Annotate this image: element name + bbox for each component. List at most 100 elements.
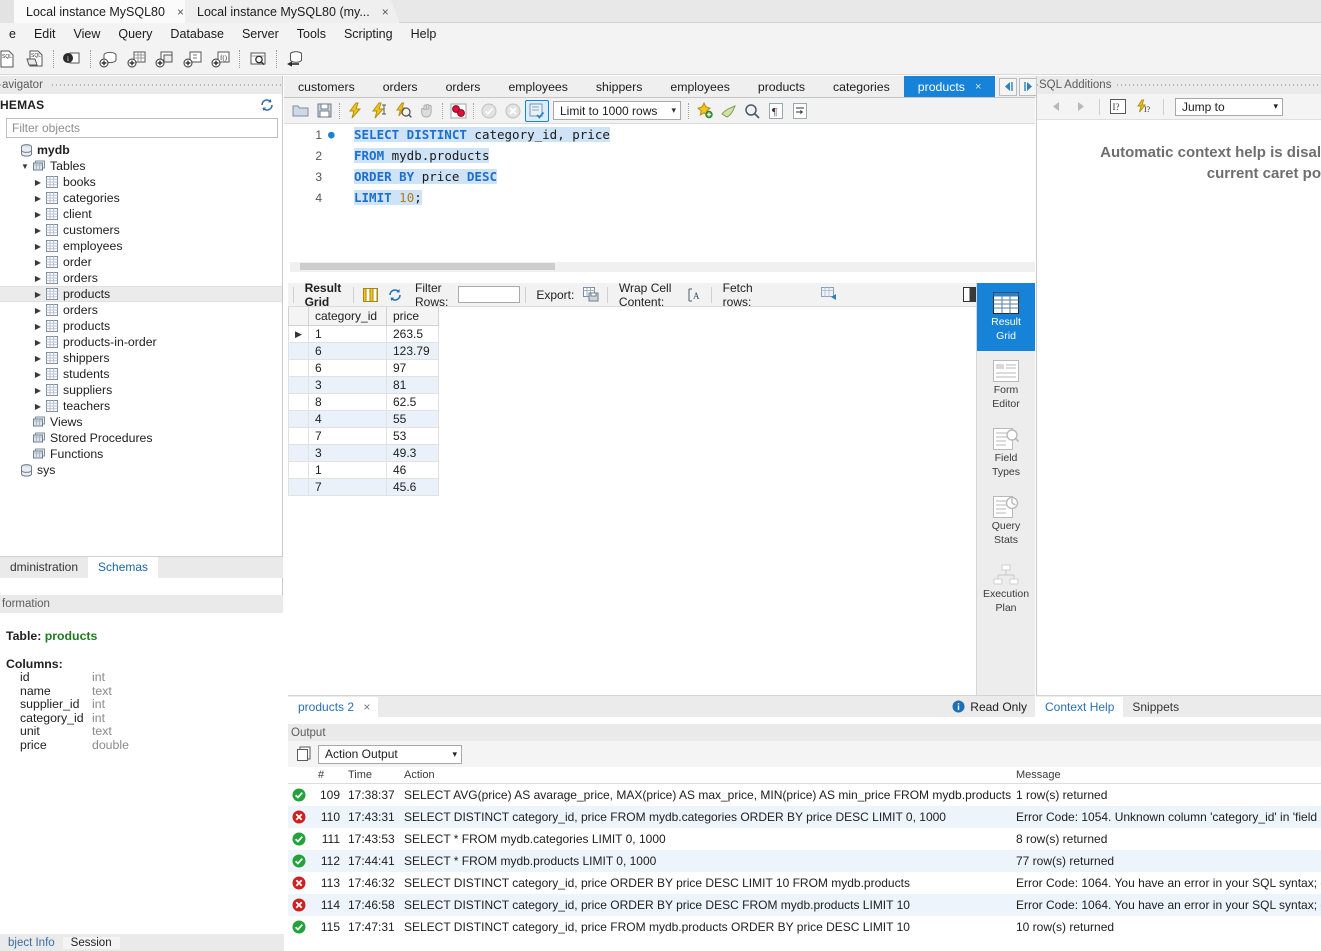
expand-arrow-icon[interactable]: ▶ (32, 210, 44, 219)
expand-arrow-icon[interactable]: ▶ (32, 386, 44, 395)
tree-item-functions[interactable]: Functions (0, 446, 282, 462)
context-help-icon[interactable]: I? (1107, 98, 1130, 115)
schema-tree[interactable]: mydb ▼ Tables ▶ books ▶ categories ▶ client ▶ cust… (0, 142, 282, 478)
execute-current-statement-icon[interactable] (367, 100, 391, 122)
menu-item-scripting[interactable]: Scripting (335, 25, 402, 43)
cell-price[interactable]: 97 (386, 359, 439, 377)
editor-tab-close-icon[interactable]: × (975, 81, 981, 93)
fetch-rows-icon[interactable] (817, 287, 843, 302)
output-type-select[interactable]: Action Output ▾ (318, 744, 462, 764)
toggle-side-panel-icon[interactable] (962, 287, 976, 302)
cell-category-id[interactable]: 3 (308, 444, 387, 462)
find-icon[interactable] (716, 100, 740, 122)
editor-tab-7[interactable]: categories (819, 76, 904, 97)
cell-category-id[interactable]: 7 (308, 427, 387, 445)
tree-item-products[interactable]: ▶ products (0, 318, 282, 334)
editor-tab-8[interactable]: products × (903, 76, 996, 97)
editor-tab-0[interactable]: customers (284, 76, 369, 97)
tab-snippets[interactable]: Snippets (1123, 697, 1188, 717)
nav-back-arrow-icon[interactable] (999, 77, 1018, 96)
table-row[interactable]: 4 55 (288, 410, 439, 428)
expand-arrow-icon[interactable]: ▶ (32, 274, 44, 283)
reconnect-server-icon[interactable] (282, 46, 308, 72)
new-view-icon[interactable] (152, 46, 178, 72)
export-recordset-icon[interactable] (580, 287, 602, 302)
menu-item-database[interactable]: Database (161, 25, 233, 43)
beautify-icon[interactable] (692, 100, 716, 122)
cell-price[interactable]: 45.6 (386, 478, 439, 496)
rail-item-execution-plan[interactable]: Execution Plan (977, 555, 1035, 623)
table-row[interactable]: 7 45.6 (288, 478, 439, 496)
tree-item-categories[interactable]: ▶ categories (0, 190, 282, 206)
output-row[interactable]: 110 17:43:31 SELECT DISTINCT category_id, … (288, 805, 1321, 828)
window-tab-0[interactable]: Local instance MySQL80 × (14, 0, 195, 23)
expand-arrow-icon[interactable]: ▶ (32, 226, 44, 235)
menu-item-tools[interactable]: Tools (288, 25, 335, 43)
nav-forward-arrow-icon[interactable] (1019, 77, 1038, 96)
expand-arrow-icon[interactable]: ▶ (32, 306, 44, 315)
output-row[interactable]: 111 17:43:53 SELECT * FROM mydb.categories… (288, 828, 1321, 850)
cell-price[interactable]: 53 (386, 427, 439, 445)
tree-item-products-in-order[interactable]: ▶ products-in-order (0, 334, 282, 350)
editor-tab-2[interactable]: orders (431, 76, 495, 97)
expand-arrow-icon[interactable]: ▼ (19, 162, 31, 171)
cell-price[interactable]: 62.5 (386, 393, 439, 411)
execute-icon[interactable] (343, 100, 367, 122)
cell-category-id[interactable]: 7 (308, 478, 387, 496)
table-row[interactable]: 8 62.5 (288, 393, 439, 411)
expand-arrow-icon[interactable]: ▶ (32, 178, 44, 187)
editor-tab-3[interactable]: employees (494, 76, 582, 97)
tree-item-stored-procedures[interactable]: Stored Procedures (0, 430, 282, 446)
cell-price[interactable]: 123.79 (386, 342, 439, 360)
table-row[interactable]: 6 97 (288, 359, 439, 377)
search-table-data-icon[interactable] (245, 46, 271, 72)
cell-price[interactable]: 49.3 (386, 444, 439, 462)
wrap-lines-icon[interactable] (788, 100, 812, 122)
cell-price[interactable]: 46 (386, 461, 439, 479)
search-icon[interactable] (740, 100, 764, 122)
rail-item-result-grid[interactable]: Result Grid (977, 283, 1035, 351)
table-row[interactable]: 1 46 (288, 461, 439, 479)
tree-item-orders[interactable]: ▶ orders (0, 302, 282, 318)
expand-arrow-icon[interactable]: ▶ (32, 258, 44, 267)
tab-context-help[interactable]: Context Help (1036, 696, 1124, 717)
new-table-icon[interactable] (124, 46, 150, 72)
cell-category-id[interactable]: 3 (308, 376, 387, 394)
editor-horizontal-scrollbar[interactable] (290, 262, 1035, 272)
toggle-stop-on-error-icon[interactable] (446, 100, 470, 122)
back-arrow-icon[interactable] (1045, 101, 1067, 112)
tree-item-sys[interactable]: sys (0, 462, 282, 478)
explain-icon[interactable] (391, 100, 415, 122)
tree-item-products[interactable]: ▶ products (0, 286, 282, 302)
sql-code-editor[interactable]: 1 ● SELECT DISTINCT category_id, price 2 FRO… (284, 124, 1035, 264)
connection-info-icon[interactable]: i (59, 46, 85, 72)
tree-item-customers[interactable]: ▶ customers (0, 222, 282, 238)
menu-item-file[interactable]: e (0, 25, 25, 43)
expand-arrow-icon[interactable]: ▶ (32, 338, 44, 347)
forward-arrow-icon[interactable] (1070, 101, 1092, 112)
cell-category-id[interactable]: 1 (308, 461, 387, 479)
rail-item-query-stats[interactable]: Query Stats (977, 487, 1035, 555)
cell-category-id[interactable]: 4 (308, 410, 387, 428)
open-sql-script-icon[interactable]: SQL (22, 46, 48, 72)
editor-tab-6[interactable]: products (743, 76, 820, 97)
cell-price[interactable]: 263.5 (386, 325, 439, 343)
tree-item-tables[interactable]: ▼ Tables (0, 158, 282, 174)
menu-item-view[interactable]: View (65, 25, 110, 43)
save-file-icon[interactable] (312, 100, 336, 122)
editor-tab-5[interactable]: employees (656, 76, 744, 97)
tree-item-order[interactable]: ▶ order (0, 254, 282, 270)
tree-item-shippers[interactable]: ▶ shippers (0, 350, 282, 366)
tree-item-teachers[interactable]: ▶ teachers (0, 398, 282, 414)
wrap-cell-icon[interactable]: A (684, 288, 706, 302)
scrollbar-thumb[interactable] (300, 263, 555, 270)
limit-rows-select[interactable]: Limit to 1000 rows ▾ (553, 101, 681, 120)
toggle-invisible-chars-icon[interactable]: ¶ (764, 100, 788, 122)
output-row[interactable]: 109 17:38:37 SELECT AVG(price) AS avarage_… (288, 784, 1321, 806)
tree-item-orders[interactable]: ▶ orders (0, 270, 282, 286)
cell-price[interactable]: 81 (386, 376, 439, 394)
tree-item-books[interactable]: ▶ books (0, 174, 282, 190)
jump-to-select[interactable]: Jump to ▾ (1175, 97, 1283, 116)
rail-item-form-editor[interactable]: Form Editor (977, 351, 1035, 419)
table-row[interactable]: 3 49.3 (288, 444, 439, 462)
